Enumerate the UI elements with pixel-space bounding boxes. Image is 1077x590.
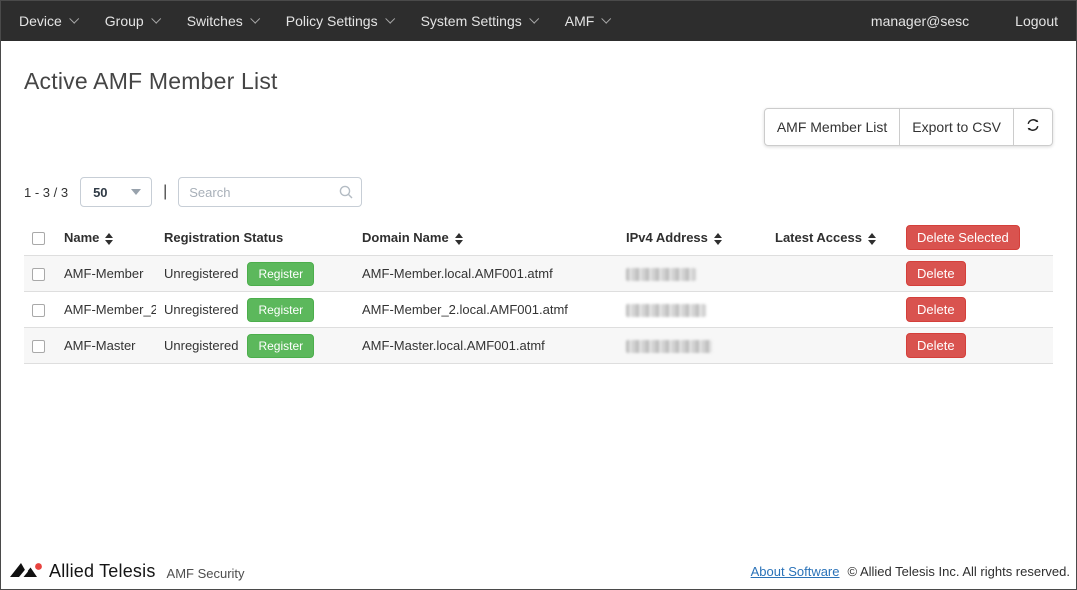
nav-item-policy-settings[interactable]: Policy Settings xyxy=(286,13,393,29)
logout-button[interactable]: Logout xyxy=(1015,13,1058,29)
row-checkbox[interactable] xyxy=(32,304,45,317)
nav-item-label: Device xyxy=(19,13,62,29)
register-button[interactable]: Register xyxy=(247,298,314,322)
nav-item-amf[interactable]: AMF xyxy=(565,13,610,29)
nav-item-switches[interactable]: Switches xyxy=(187,13,258,29)
copyright-text: © Allied Telesis Inc. All rights reserve… xyxy=(848,564,1071,579)
actions-cell: Delete xyxy=(898,256,1053,292)
footer: Allied Telesis AMF Security About Softwa… xyxy=(1,553,1076,589)
brand-name: Allied Telesis xyxy=(49,561,156,582)
ipv4-address-cell xyxy=(618,256,767,292)
toolbar-button-group: AMF Member List Export to CSV xyxy=(764,108,1053,146)
member-name-cell: AMF-Member_2 xyxy=(56,292,156,328)
controls-separator: | xyxy=(163,183,167,201)
actions-cell: Delete xyxy=(898,292,1053,328)
nav-item-device[interactable]: Device xyxy=(19,13,77,29)
allied-telesis-logo: Allied Telesis xyxy=(9,560,156,582)
row-checkbox[interactable] xyxy=(32,340,45,353)
registration-status-text: Unregistered xyxy=(164,338,238,353)
domain-name-cell: AMF-Master.local.AMF001.atmf xyxy=(354,328,618,364)
domain-name-cell: AMF-Member.local.AMF001.atmf xyxy=(354,256,618,292)
about-software-link[interactable]: About Software xyxy=(751,564,840,579)
registration-status-text: Unregistered xyxy=(164,302,238,317)
ipv4-redacted-value xyxy=(626,304,706,317)
registration-status-cell: Unregistered Register xyxy=(156,256,354,292)
page-size-select[interactable]: 50 xyxy=(80,177,152,207)
select-all-checkbox[interactable] xyxy=(32,232,45,245)
row-checkbox[interactable] xyxy=(32,268,45,281)
page-size-value: 50 xyxy=(93,185,107,200)
refresh-button[interactable] xyxy=(1013,108,1053,146)
navbar-right: manager@sesc Logout xyxy=(871,13,1058,29)
amf-member-list-button[interactable]: AMF Member List xyxy=(764,108,900,146)
delete-button[interactable]: Delete xyxy=(906,333,966,358)
amf-security-app: { "navbar": { "items": [ { "label": "Dev… xyxy=(0,0,1077,590)
delete-button[interactable]: Delete xyxy=(906,261,966,286)
delete-selected-button[interactable]: Delete Selected xyxy=(906,225,1020,250)
ipv4-address-cell xyxy=(618,328,767,364)
sort-icon xyxy=(714,233,722,245)
member-name-cell: AMF-Member xyxy=(56,256,156,292)
search-box xyxy=(178,177,362,207)
registration-status-cell: Unregistered Register xyxy=(156,292,354,328)
registration-status-text: Unregistered xyxy=(164,266,238,281)
table-header-row: Name Registration Status Domain Name IPv… xyxy=(24,220,1053,256)
chevron-down-icon xyxy=(602,14,612,24)
top-navbar: Device Group Switches Policy Settings Sy… xyxy=(1,1,1076,41)
list-controls: 1 - 3 / 3 50 | xyxy=(24,177,1053,207)
product-name: AMF Security xyxy=(167,566,245,581)
latest-access-cell xyxy=(767,328,898,364)
latest-access-cell xyxy=(767,256,898,292)
nav-item-label: AMF xyxy=(565,13,595,29)
chevron-down-icon xyxy=(385,14,395,24)
nav-item-group[interactable]: Group xyxy=(105,13,159,29)
amf-member-table: Name Registration Status Domain Name IPv… xyxy=(24,220,1053,364)
allied-telesis-logo-icon xyxy=(9,560,43,582)
column-header-registration-status: Registration Status xyxy=(156,220,354,256)
column-header-domain-name[interactable]: Domain Name xyxy=(354,220,618,256)
page-title: Active AMF Member List xyxy=(24,68,1053,95)
export-to-csv-button[interactable]: Export to CSV xyxy=(899,108,1014,146)
ipv4-redacted-value xyxy=(626,340,712,353)
toolbar: AMF Member List Export to CSV xyxy=(24,108,1053,146)
sort-icon xyxy=(868,233,876,245)
logged-in-user: manager@sesc xyxy=(871,13,969,29)
registration-status-cell: Unregistered Register xyxy=(156,328,354,364)
table-row: AMF-Member_2 Unregistered Register AMF-M… xyxy=(24,292,1053,328)
chevron-down-icon xyxy=(529,14,539,24)
nav-item-label: Switches xyxy=(187,13,243,29)
sort-icon xyxy=(455,233,463,245)
nav-item-label: Group xyxy=(105,13,144,29)
table-row: AMF-Member Unregistered Register AMF-Mem… xyxy=(24,256,1053,292)
chevron-down-icon xyxy=(69,14,79,24)
delete-button[interactable]: Delete xyxy=(906,297,966,322)
table-row: AMF-Master Unregistered Register AMF-Mas… xyxy=(24,328,1053,364)
nav-item-system-settings[interactable]: System Settings xyxy=(421,13,537,29)
latest-access-cell xyxy=(767,292,898,328)
column-header-ipv4-address[interactable]: IPv4 Address xyxy=(618,220,767,256)
ipv4-redacted-value xyxy=(626,268,696,281)
domain-name-cell: AMF-Member_2.local.AMF001.atmf xyxy=(354,292,618,328)
chevron-down-icon xyxy=(151,14,161,24)
column-header-actions: Delete Selected xyxy=(898,220,1053,256)
nav-item-label: System Settings xyxy=(421,13,522,29)
caret-down-icon xyxy=(131,189,141,195)
actions-cell: Delete xyxy=(898,328,1053,364)
refresh-icon xyxy=(1024,116,1042,138)
search-icon xyxy=(338,184,354,205)
ipv4-address-cell xyxy=(618,292,767,328)
pagination-range: 1 - 3 / 3 xyxy=(24,185,68,200)
footer-right: About Software © Allied Telesis Inc. All… xyxy=(751,564,1070,579)
chevron-down-icon xyxy=(250,14,260,24)
column-header-name[interactable]: Name xyxy=(56,220,156,256)
sort-icon xyxy=(105,233,113,245)
register-button[interactable]: Register xyxy=(247,334,314,358)
column-header-latest-access[interactable]: Latest Access xyxy=(767,220,898,256)
search-input[interactable] xyxy=(178,177,362,207)
nav-item-label: Policy Settings xyxy=(286,13,378,29)
register-button[interactable]: Register xyxy=(247,262,314,286)
main-content: Active AMF Member List AMF Member List E… xyxy=(1,68,1076,364)
member-name-cell: AMF-Master xyxy=(56,328,156,364)
